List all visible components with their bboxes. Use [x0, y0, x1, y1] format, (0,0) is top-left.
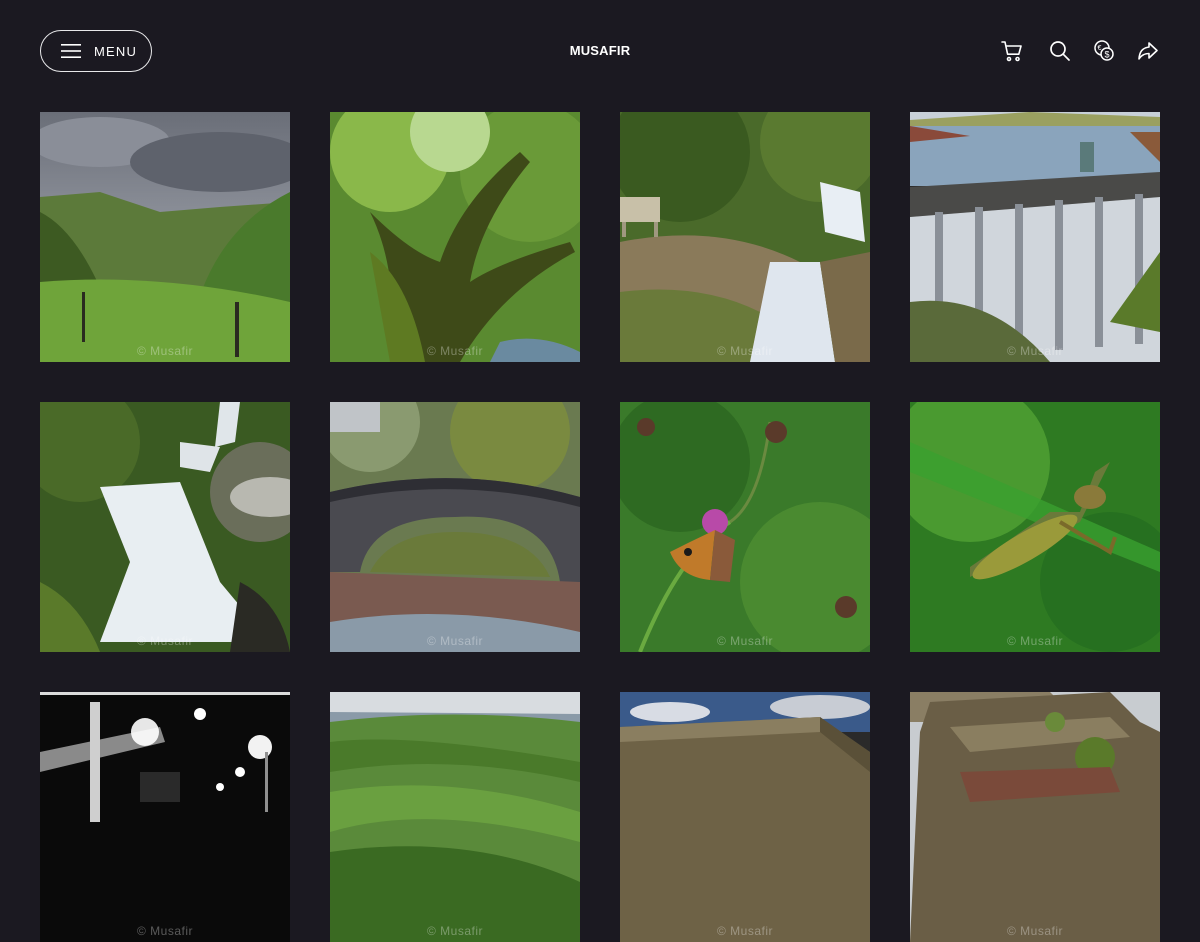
photo-gallery: © Musafir © Musafir © Musafir © Musafir … [40, 112, 1160, 942]
photo-green-hills [330, 692, 580, 942]
watermark: © Musafir [136, 924, 193, 938]
share-button[interactable] [1135, 38, 1161, 64]
watermark: © Musafir [426, 634, 483, 648]
watermark: © Musafir [136, 344, 193, 358]
gallery-tile[interactable]: © Musafir [330, 692, 580, 942]
photo-valley-clouds [40, 112, 290, 362]
gallery-tile[interactable]: © Musafir [330, 402, 580, 652]
photo-butterfly-thistle [620, 402, 870, 652]
photo-stone-ruin [620, 692, 870, 942]
photo-night-street [40, 692, 290, 942]
watermark: © Musafir [136, 634, 193, 648]
gallery-tile[interactable]: © Musafir [620, 112, 870, 362]
watermark: © Musafir [1006, 344, 1063, 358]
currency-button[interactable]: $ € [1091, 38, 1117, 64]
watermark: © Musafir [426, 924, 483, 938]
svg-text:$: $ [1104, 50, 1109, 60]
gallery-tile[interactable]: © Musafir [330, 112, 580, 362]
gallery-tile[interactable]: © Musafir [910, 402, 1160, 652]
share-icon [1138, 42, 1158, 60]
watermark: © Musafir [716, 634, 773, 648]
photo-mossy-tree [330, 112, 580, 362]
search-button[interactable] [1047, 38, 1073, 64]
gallery-tile[interactable]: © Musafir [40, 402, 290, 652]
gallery-tile[interactable]: © Musafir [40, 112, 290, 362]
gallery-tile[interactable]: © Musafir [620, 692, 870, 942]
currency-icon: $ € [1094, 40, 1114, 61]
photo-waterfall-bench [620, 112, 870, 362]
photo-stone-bridge [330, 402, 580, 652]
cart-icon [1001, 41, 1022, 62]
gallery-tile[interactable]: © Musafir [40, 692, 290, 942]
watermark: © Musafir [426, 344, 483, 358]
site-header: MENU MUSAFIR $ € [0, 0, 1200, 102]
svg-text:€: € [1098, 45, 1102, 52]
photo-grasshopper [910, 402, 1160, 652]
gallery-tile[interactable]: © Musafir [620, 402, 870, 652]
photo-mountain-waterfall [40, 402, 290, 652]
watermark: © Musafir [1006, 924, 1063, 938]
watermark: © Musafir [716, 344, 773, 358]
cart-button[interactable] [999, 38, 1025, 64]
photo-dam [910, 112, 1160, 362]
watermark: © Musafir [1006, 634, 1063, 648]
gallery-tile[interactable]: © Musafir [910, 112, 1160, 362]
watermark: © Musafir [716, 924, 773, 938]
photo-stone-ruin-grass [910, 692, 1160, 942]
search-icon [1050, 41, 1070, 61]
gallery-tile[interactable]: © Musafir [910, 692, 1160, 942]
